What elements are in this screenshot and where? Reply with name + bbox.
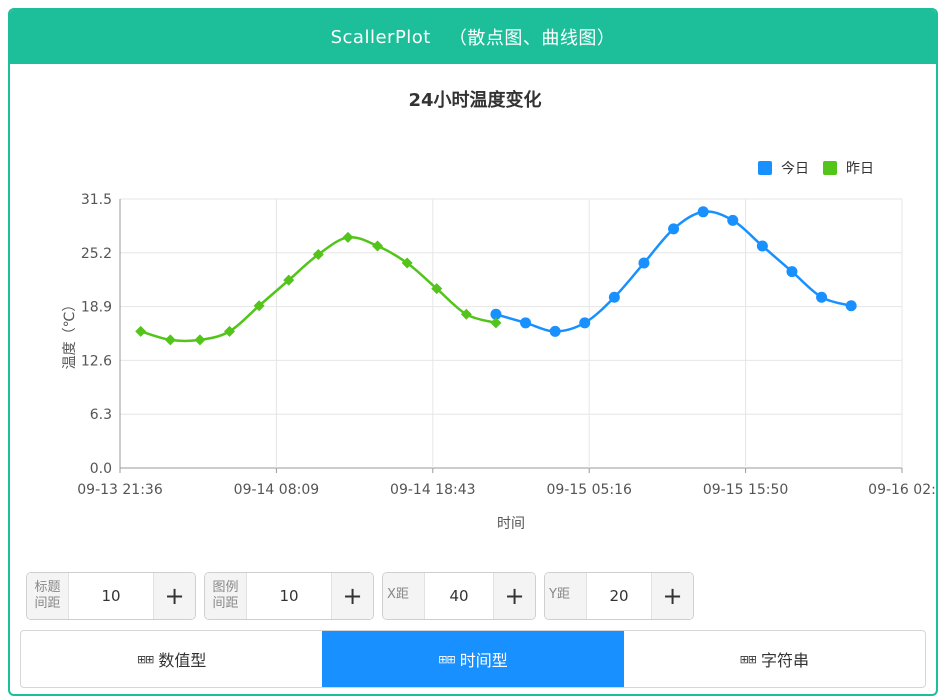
data-point-today: [579, 317, 591, 329]
legend-spacing-control: 图例 间距 10 +: [204, 572, 374, 620]
y-tick-label: 12.6: [81, 353, 112, 369]
y-spacing-control: Y距 20 +: [544, 572, 694, 620]
legend-label-today: 今日: [781, 161, 809, 177]
data-point-today: [549, 325, 561, 337]
x-tick-label: 09-15 15:50: [703, 482, 788, 498]
y-tick-label: 0.0: [90, 461, 112, 477]
x-spacing-label: X距: [383, 573, 425, 619]
y-tick-label: 31.5: [81, 192, 112, 208]
title-spacing-label: 标题 间距: [27, 573, 69, 619]
title-spacing-control: 标题 间距 10 +: [26, 572, 196, 620]
data-point-today: [668, 223, 680, 235]
spacing-controls: 标题 间距 10 + 图例 间距 10 + X距 40 + Y距 20 +: [26, 572, 702, 620]
x-tick-label: 09-13 21:36: [77, 482, 163, 498]
x-tick-label: 09-15 05:16: [546, 482, 632, 498]
data-point-today: [608, 291, 620, 303]
axis-type-tabs: ⊞⊞ 数值型 ⊞⊞ 时间型 ⊞⊞ 字符串: [20, 630, 926, 688]
data-point-today: [786, 266, 798, 278]
data-point-yesterday: [164, 334, 176, 346]
data-point-yesterday: [194, 334, 206, 346]
app-window: ScallerPlot （散点图、曲线图） 24小时温度变化 0.0 6.3 12.…: [8, 8, 938, 696]
legend-swatch-today: [758, 161, 772, 175]
data-point-today: [697, 206, 709, 218]
data-point-yesterday: [372, 240, 384, 252]
chart-legend: 今日 昨日: [758, 158, 888, 178]
y-tick-label: 18.9: [81, 300, 112, 316]
legend-spacing-value[interactable]: 10: [247, 573, 331, 619]
data-point-today: [816, 291, 828, 303]
x-spacing-plus-button[interactable]: +: [493, 573, 535, 619]
tab-numeric[interactable]: ⊞⊞ 数值型: [21, 631, 322, 687]
y-spacing-value[interactable]: 20: [587, 573, 651, 619]
x-spacing-control: X距 40 +: [382, 572, 536, 620]
data-point-yesterday: [135, 325, 147, 337]
y-tick-label: 25.2: [81, 246, 112, 262]
y-axis-label: 温度（℃）: [62, 298, 78, 370]
legend-label-yesterday: 昨日: [846, 161, 874, 177]
data-point-today: [638, 257, 650, 269]
data-point-yesterday: [490, 317, 502, 329]
x-tick-label: 09-14 18:43: [390, 482, 475, 498]
y-tick-label: 6.3: [90, 407, 112, 423]
data-point-today: [520, 317, 532, 329]
legend-spacing-label: 图例 间距: [205, 573, 247, 619]
x-tick-label: 09-14 08:09: [234, 482, 319, 498]
data-point-today: [727, 214, 739, 226]
legend-item-today[interactable]: 今日: [758, 158, 809, 178]
title-spacing-plus-button[interactable]: +: [153, 573, 195, 619]
x-tick-label: 09-16 02:: [868, 482, 936, 498]
x-axis-label: 时间: [497, 516, 525, 532]
grid-icon: ⊞⊞: [739, 652, 757, 666]
temperature-chart: 0.0 6.3 12.6 18.9 25.2 31.5 09-13 21:36 09-14 0…: [62, 192, 936, 532]
x-spacing-value[interactable]: 40: [425, 573, 493, 619]
data-point-today: [756, 240, 768, 252]
grid-icon: ⊞⊞: [438, 652, 455, 666]
data-point-yesterday: [342, 231, 354, 243]
tab-string[interactable]: ⊞⊞ 字符串: [624, 631, 925, 687]
data-point-today: [845, 300, 857, 312]
legend-spacing-plus-button[interactable]: +: [331, 573, 373, 619]
title-spacing-value[interactable]: 10: [69, 573, 153, 619]
tab-time[interactable]: ⊞⊞ 时间型: [322, 631, 624, 687]
legend-item-yesterday[interactable]: 昨日: [823, 158, 874, 178]
y-spacing-label: Y距: [545, 573, 587, 619]
grid-icon: ⊞⊞: [136, 652, 154, 666]
legend-swatch-yesterday: [823, 161, 837, 175]
y-spacing-plus-button[interactable]: +: [651, 573, 693, 619]
